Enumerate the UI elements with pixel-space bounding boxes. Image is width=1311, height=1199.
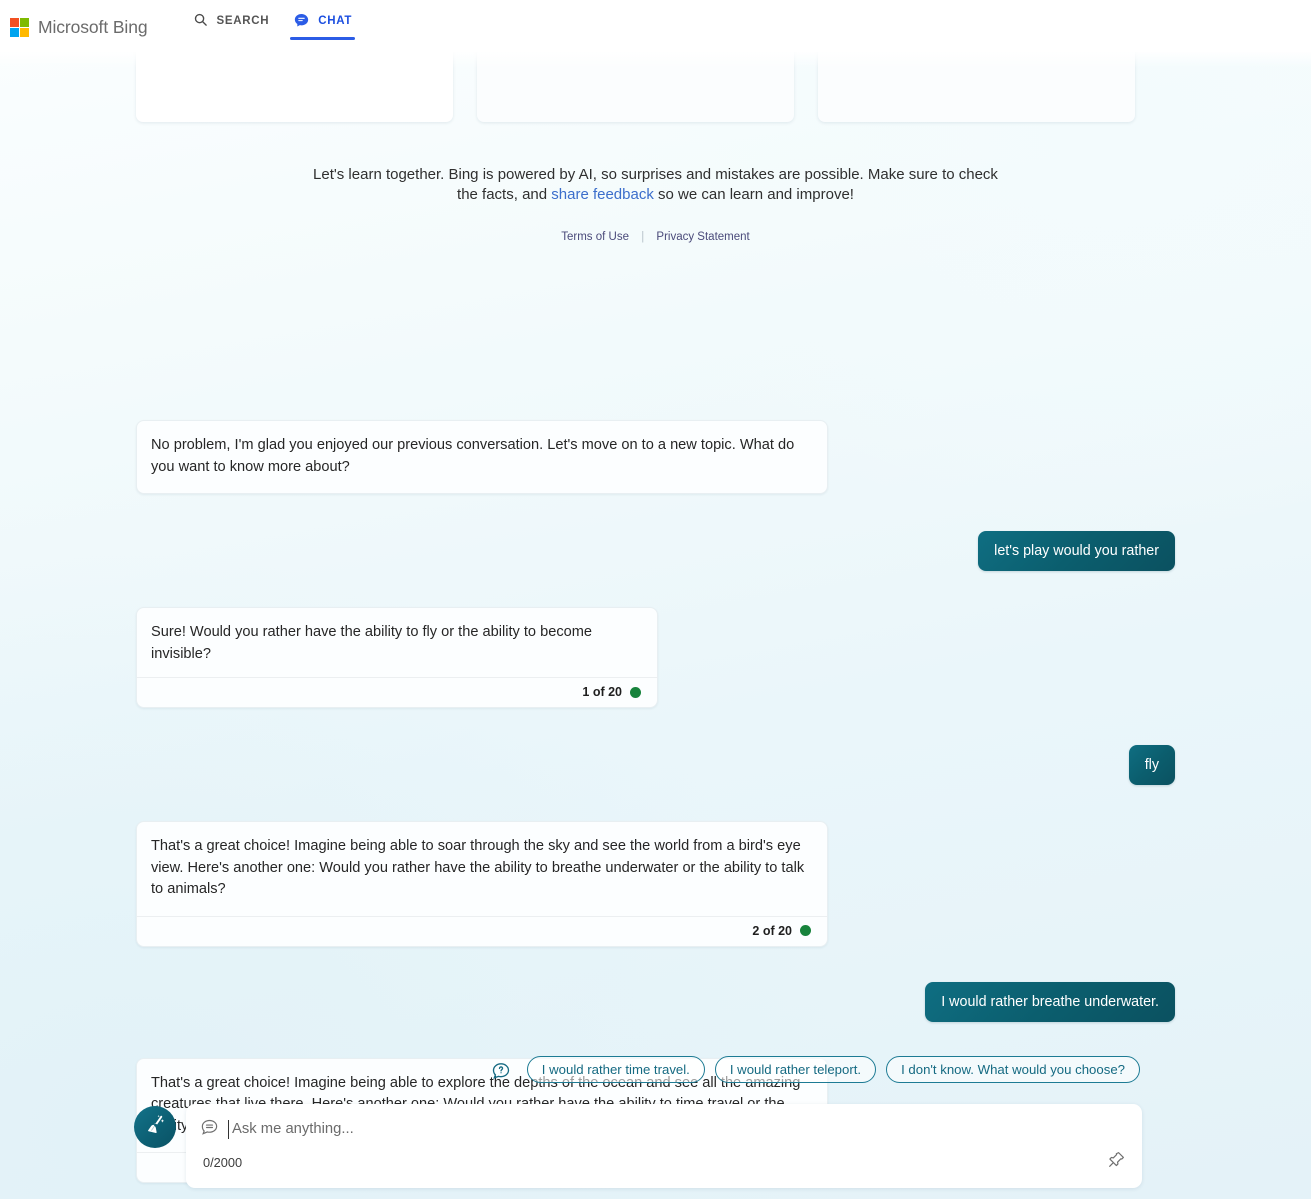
disclaimer-text: Let's learn together. Bing is powered by… <box>306 165 1006 205</box>
bot-message-text: No problem, I'm glad you enjoyed our pre… <box>151 437 795 475</box>
message-counter-label: 2 of 20 <box>752 923 792 938</box>
tab-search[interactable]: SEARCH <box>181 0 281 44</box>
message-counter: 2 of 20 <box>137 915 827 946</box>
tab-search-label: SEARCH <box>216 15 270 27</box>
suggested-reply-label: I don't know. What would you choose? <box>901 1062 1125 1077</box>
tab-chat-label: CHAT <box>318 15 353 27</box>
microsoft-logo-icon <box>10 17 29 37</box>
chat-bubble-icon <box>293 12 310 29</box>
brand: Microsoft Bing <box>10 0 148 52</box>
user-message: let's play would you rather <box>978 531 1175 571</box>
character-counter: 0/2000 <box>203 1154 243 1170</box>
bot-message: No problem, I'm glad you enjoyed our pre… <box>136 420 828 494</box>
bot-message: Sure! Would you rather have the ability … <box>136 607 658 708</box>
message-composer[interactable]: Ask me anything... 0/2000 <box>186 1104 1142 1188</box>
brand-label: Microsoft Bing <box>38 16 148 37</box>
composer-footer: 0/2000 <box>186 1150 1142 1188</box>
privacy-statement-link[interactable]: Privacy Statement <box>656 231 749 243</box>
disclaimer: Let's learn together. Bing is powered by… <box>0 165 1311 243</box>
suggested-reply-chip[interactable]: I would rather time travel. <box>526 1056 705 1083</box>
suggested-reply-label: I would rather time travel. <box>541 1062 690 1077</box>
terms-of-use-link[interactable]: Terms of Use <box>561 231 629 243</box>
user-message: fly <box>1128 745 1175 785</box>
disclaimer-text-after: so we can learn and improve! <box>653 186 854 203</box>
status-dot-icon <box>630 686 641 698</box>
broom-icon <box>144 1113 167 1141</box>
suggested-replies: I would rather time travel. I would rath… <box>0 1056 1311 1083</box>
send-button[interactable] <box>1107 1150 1126 1174</box>
message-row: I would rather breathe underwater. <box>0 981 1311 1022</box>
message-counter-label: 1 of 20 <box>582 685 622 699</box>
chat-prompt-icon <box>200 1117 219 1141</box>
text-caret <box>228 1119 229 1139</box>
composer-input-row: Ask me anything... <box>186 1104 1142 1141</box>
search-icon <box>193 12 208 27</box>
bot-message: That's a great choice! Imagine being abl… <box>136 821 828 947</box>
status-dot-icon <box>800 925 811 936</box>
new-topic-button[interactable] <box>134 1106 176 1148</box>
message-row: No problem, I'm glad you enjoyed our pre… <box>0 420 1311 494</box>
bot-message-text: That's a great choice! Imagine being abl… <box>151 838 805 897</box>
legal-links: Terms of Use | Privacy Statement <box>0 231 1311 243</box>
tab-chat[interactable]: CHAT <box>281 0 364 44</box>
suggested-reply-chip[interactable]: I would rather teleport. <box>714 1056 877 1083</box>
legal-separator: | <box>641 231 645 243</box>
suggested-reply-chip[interactable]: I don't know. What would you choose? <box>886 1056 1140 1083</box>
user-message: I would rather breathe underwater. <box>925 981 1175 1022</box>
send-icon <box>1107 1150 1126 1174</box>
message-counter: 1 of 20 <box>137 677 657 707</box>
message-row: fly <box>0 745 1311 785</box>
message-row: That's a great choice! Imagine being abl… <box>0 821 1311 947</box>
app-header: Microsoft Bing SEARCH CHAT <box>0 0 1311 52</box>
message-input[interactable]: Ask me anything... <box>232 1121 354 1137</box>
message-row: let's play would you rather <box>0 531 1311 571</box>
header-nav: SEARCH CHAT <box>181 0 364 52</box>
question-bubble-icon <box>491 1060 511 1080</box>
suggested-reply-label: I would rather teleport. <box>729 1062 862 1077</box>
bot-message-text: Sure! Would you rather have the ability … <box>151 624 593 662</box>
share-feedback-link[interactable]: share feedback <box>551 186 654 203</box>
composer-area: Ask me anything... 0/2000 <box>134 1104 1142 1188</box>
message-row: Sure! Would you rather have the ability … <box>0 607 1311 708</box>
